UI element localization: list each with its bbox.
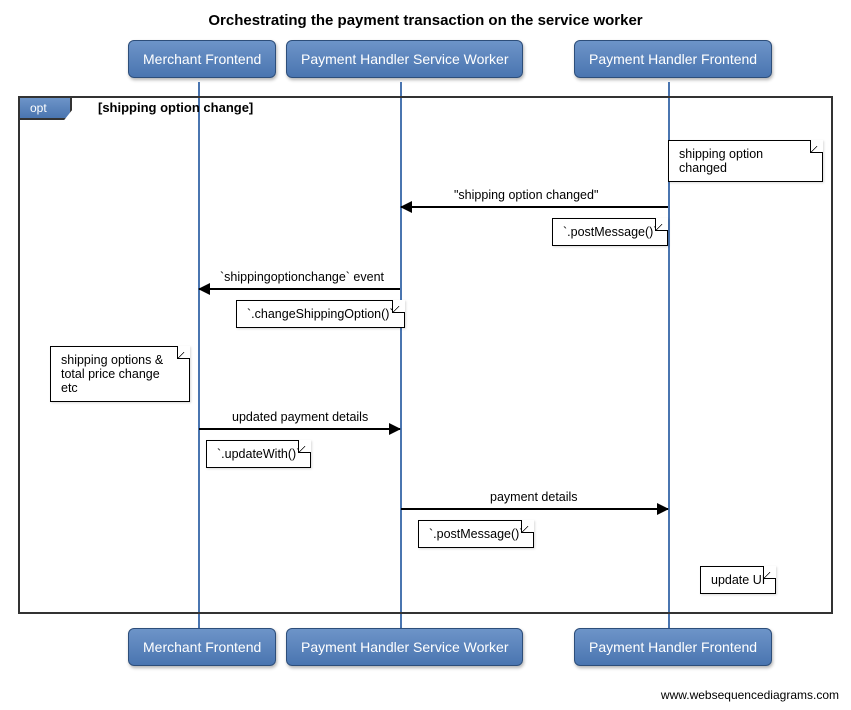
fragment-type-label: opt [20, 98, 72, 120]
note-updatewith: `.updateWith()` [206, 440, 311, 468]
note-text: `.postMessage()` [563, 225, 657, 239]
note-text-line1: shipping options & [61, 353, 163, 367]
note-update-ui: update UI [700, 566, 776, 594]
note-postmessage-1: `.postMessage()` [552, 218, 668, 246]
arrow-shipping-option-changed [401, 206, 668, 208]
diagram-title: Orchestrating the payment transaction on… [0, 0, 851, 39]
note-text: `.postMessage()` [429, 527, 523, 541]
note-text-line2: total price change etc [61, 367, 160, 395]
arrow-payment-details [401, 508, 668, 510]
note-text: update UI [711, 573, 765, 587]
note-text: shipping option changed [679, 147, 763, 175]
note-changeshippingoption: `.changeShippingOption()` [236, 300, 405, 328]
arrow-label-m2: `shippingoptionchange` event [220, 270, 384, 284]
attribution: www.websequencediagrams.com [661, 688, 839, 702]
arrow-label-m1: "shipping option changed" [454, 188, 598, 202]
note-text: `.changeShippingOption()` [247, 307, 394, 321]
arrow-updated-payment-details [199, 428, 400, 430]
participant-payment-handler-frontend: Payment Handler Frontend [574, 40, 772, 78]
note-shipping-option-changed: shipping option changed [668, 140, 823, 182]
arrow-label-m3: updated payment details [232, 410, 368, 424]
participant-payment-handler-sw: Payment Handler Service Worker [286, 40, 523, 78]
note-shipping-options-total: shipping options & total price change et… [50, 346, 190, 402]
participant-payment-handler-frontend-bottom: Payment Handler Frontend [574, 628, 772, 666]
note-postmessage-2: `.postMessage()` [418, 520, 534, 548]
fragment-condition: [shipping option change] [98, 100, 253, 115]
arrow-label-m4: payment details [490, 490, 578, 504]
participant-payment-handler-sw-bottom: Payment Handler Service Worker [286, 628, 523, 666]
participant-merchant-frontend-bottom: Merchant Frontend [128, 628, 276, 666]
participant-merchant-frontend: Merchant Frontend [128, 40, 276, 78]
arrow-shippingoptionchange-event [199, 288, 400, 290]
note-text: `.updateWith()` [217, 447, 300, 461]
